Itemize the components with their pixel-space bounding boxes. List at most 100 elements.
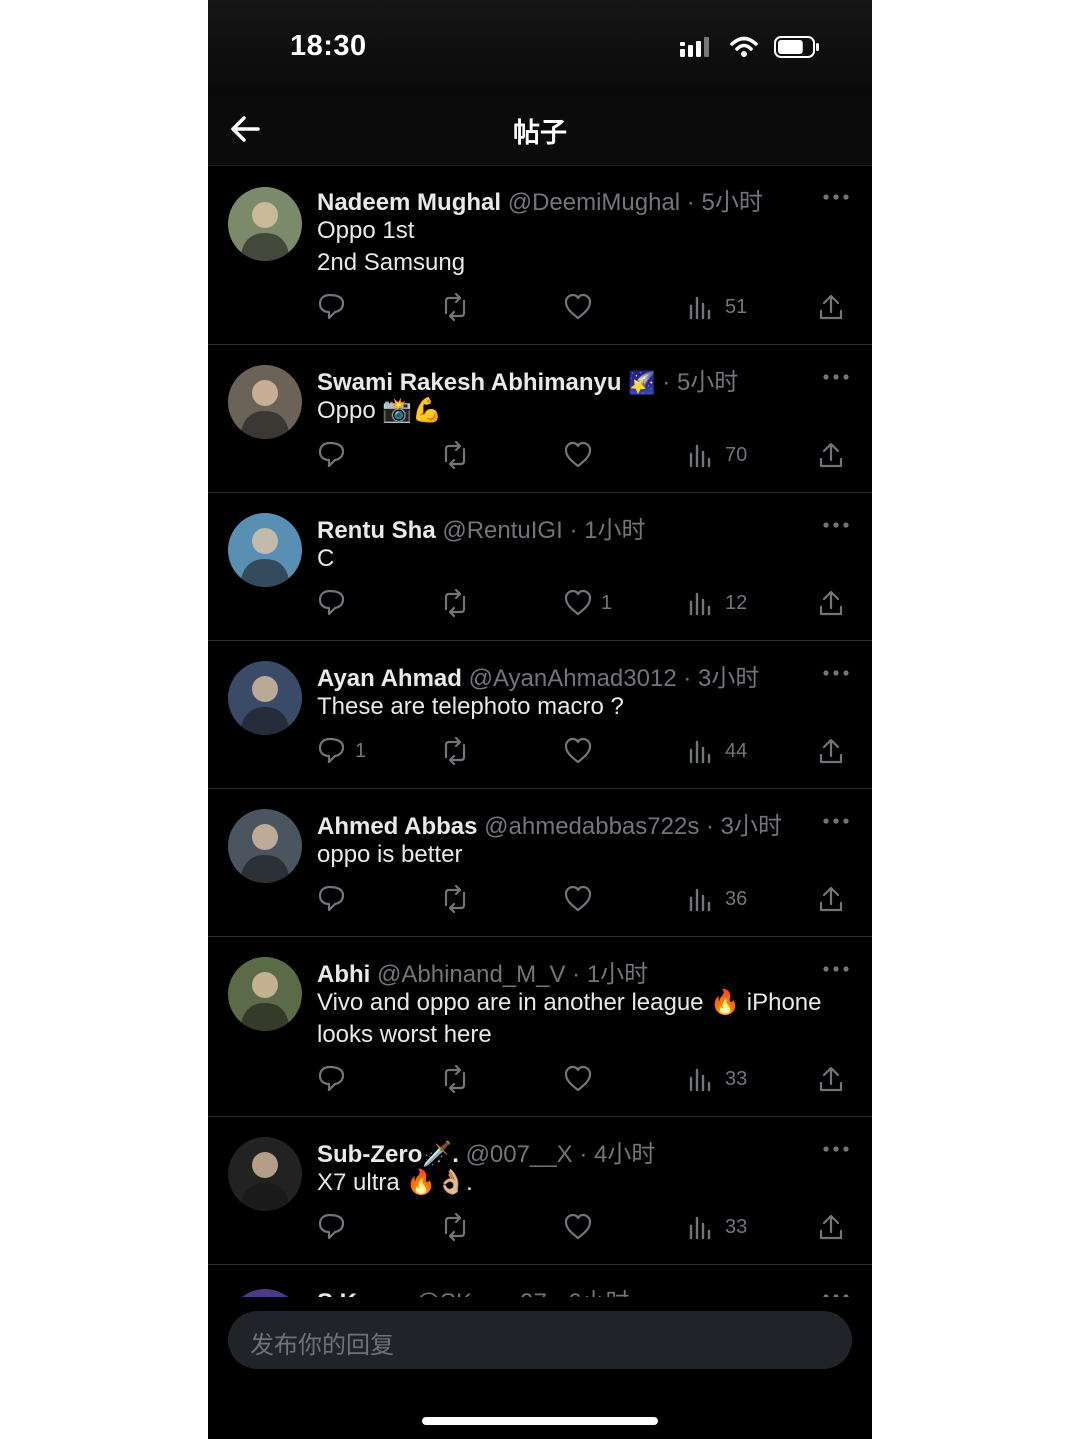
reply-post[interactable]: Nadeem Mughal @DeemiMughal · 5小时 Oppo 1st…: [208, 165, 872, 345]
home-indicator[interactable]: [422, 1417, 658, 1425]
replies-feed[interactable]: Nadeem Mughal @DeemiMughal · 5小时 Oppo 1st…: [208, 165, 872, 1297]
author-name[interactable]: Swami Rakesh Abhimanyu: [317, 369, 622, 396]
share-button[interactable]: [817, 884, 847, 914]
reply-button[interactable]: [317, 1212, 355, 1242]
share-button[interactable]: [817, 588, 847, 618]
views-button[interactable]: 70: [687, 440, 747, 470]
reply-post[interactable]: Sub-Zero🗡️. @007__X · 4小时 X7 ultra 🔥👌🏼. 33: [208, 1117, 872, 1265]
share-button[interactable]: [817, 292, 847, 322]
repost-button[interactable]: [440, 292, 470, 322]
more-icon[interactable]: [822, 669, 850, 677]
repost-icon[interactable]: [440, 736, 470, 766]
more-icon[interactable]: [822, 193, 850, 201]
views-icon[interactable]: [687, 588, 717, 618]
like-button[interactable]: [563, 440, 601, 470]
like-button[interactable]: [563, 884, 601, 914]
like-icon[interactable]: [563, 440, 593, 470]
reply-icon[interactable]: [317, 292, 347, 322]
views-button[interactable]: 36: [687, 884, 747, 914]
avatar[interactable]: [228, 1137, 302, 1211]
share-button[interactable]: [817, 1064, 847, 1094]
reply-post[interactable]: S.Koner @SKoner97 · 6小时: [208, 1265, 872, 1297]
reply-button[interactable]: [317, 292, 355, 322]
share-button[interactable]: [817, 736, 847, 766]
views-icon[interactable]: [687, 1212, 717, 1242]
like-icon[interactable]: [563, 292, 593, 322]
author-name[interactable]: S.Koner: [317, 1289, 409, 1297]
repost-icon[interactable]: [440, 292, 470, 322]
views-icon[interactable]: [687, 440, 717, 470]
like-button[interactable]: 1: [563, 588, 612, 618]
reply-icon[interactable]: [317, 1064, 347, 1094]
share-icon[interactable]: [817, 440, 847, 470]
avatar[interactable]: [228, 809, 302, 883]
share-icon[interactable]: [817, 588, 847, 618]
like-button[interactable]: [563, 292, 601, 322]
like-button[interactable]: [563, 736, 601, 766]
reply-icon[interactable]: [317, 588, 347, 618]
more-icon[interactable]: [822, 965, 850, 973]
author-name[interactable]: Sub-Zero🗡️.: [317, 1141, 459, 1168]
views-button[interactable]: 33: [687, 1064, 747, 1094]
reply-post[interactable]: Ayan Ahmad @AyanAhmad3012 · 3小时 These are…: [208, 641, 872, 789]
repost-icon[interactable]: [440, 1212, 470, 1242]
like-icon[interactable]: [563, 1212, 593, 1242]
author-name[interactable]: Ayan Ahmad: [317, 665, 462, 692]
like-icon[interactable]: [563, 884, 593, 914]
repost-button[interactable]: [440, 884, 470, 914]
repost-icon[interactable]: [440, 884, 470, 914]
reply-icon[interactable]: [317, 440, 347, 470]
more-icon[interactable]: [822, 1145, 850, 1153]
share-icon[interactable]: [817, 292, 847, 322]
more-icon[interactable]: [822, 373, 850, 381]
reply-icon[interactable]: [317, 884, 347, 914]
like-button[interactable]: [563, 1064, 601, 1094]
repost-button[interactable]: [440, 588, 470, 618]
like-icon[interactable]: [563, 736, 593, 766]
more-icon[interactable]: [822, 817, 850, 825]
share-button[interactable]: [817, 1212, 847, 1242]
reply-post[interactable]: Ahmed Abbas @ahmedabbas722s · 3小时 oppo is…: [208, 789, 872, 937]
reply-button[interactable]: [317, 588, 355, 618]
reply-post[interactable]: Rentu Sha @RentuIGI · 1小时 C 1 12: [208, 493, 872, 641]
author-name[interactable]: Nadeem Mughal: [317, 189, 501, 216]
views-icon[interactable]: [687, 736, 717, 766]
author-name[interactable]: Abhi: [317, 961, 370, 988]
share-icon[interactable]: [817, 1212, 847, 1242]
reply-post[interactable]: Swami Rakesh Abhimanyu 🌠 · 5小时 Oppo 📸💪 70: [208, 345, 872, 493]
like-button[interactable]: [563, 1212, 601, 1242]
reply-button[interactable]: 1: [317, 736, 366, 766]
more-icon[interactable]: [822, 521, 850, 529]
share-icon[interactable]: [817, 736, 847, 766]
reply-button[interactable]: [317, 1064, 355, 1094]
share-button[interactable]: [817, 440, 847, 470]
avatar[interactable]: [228, 661, 302, 735]
views-button[interactable]: 12: [687, 588, 747, 618]
reply-icon[interactable]: [317, 736, 347, 766]
repost-button[interactable]: [440, 1212, 470, 1242]
views-icon[interactable]: [687, 1064, 717, 1094]
like-icon[interactable]: [563, 1064, 593, 1094]
repost-icon[interactable]: [440, 440, 470, 470]
views-button[interactable]: 44: [687, 736, 747, 766]
views-icon[interactable]: [687, 884, 717, 914]
reply-button[interactable]: [317, 440, 355, 470]
reply-button[interactable]: [317, 884, 355, 914]
reply-post[interactable]: Abhi @Abhinand_M_V · 1小时 Vivo and oppo ar…: [208, 937, 872, 1117]
share-icon[interactable]: [817, 1064, 847, 1094]
reply-icon[interactable]: [317, 1212, 347, 1242]
avatar[interactable]: [228, 365, 302, 439]
views-button[interactable]: 33: [687, 1212, 747, 1242]
views-icon[interactable]: [687, 292, 717, 322]
views-button[interactable]: 51: [687, 292, 747, 322]
repost-icon[interactable]: [440, 1064, 470, 1094]
author-name[interactable]: Rentu Sha: [317, 517, 436, 544]
avatar[interactable]: [228, 1289, 302, 1297]
repost-button[interactable]: [440, 736, 470, 766]
repost-button[interactable]: [440, 440, 470, 470]
like-icon[interactable]: [563, 588, 593, 618]
author-name[interactable]: Ahmed Abbas: [317, 813, 477, 840]
avatar[interactable]: [228, 513, 302, 587]
avatar[interactable]: [228, 187, 302, 261]
reply-input[interactable]: 发布你的回复: [228, 1311, 852, 1369]
